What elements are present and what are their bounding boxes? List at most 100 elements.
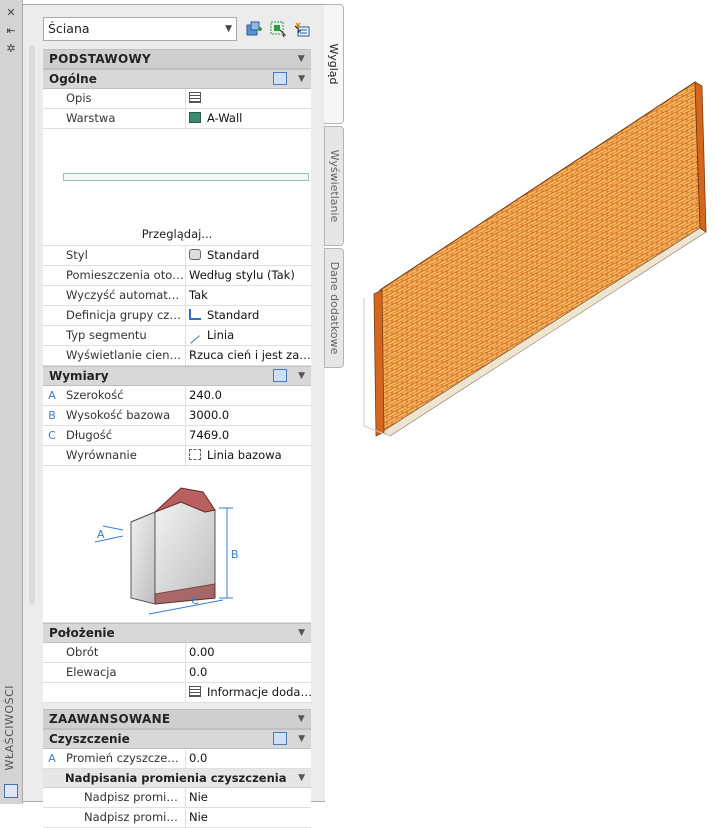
property-value[interactable]: Nie	[185, 788, 313, 807]
additional-info-icon[interactable]	[189, 686, 201, 697]
property-row[interactable]: Informacje dodatkowe	[43, 683, 313, 703]
dimension-diagram: A B C	[43, 466, 311, 623]
quick-select-icon[interactable]	[245, 20, 263, 38]
pickadd-icon[interactable]	[293, 20, 311, 38]
ogolne-rows: Styl Standard Pomieszczenia otoczenia We…	[43, 246, 313, 366]
chevron-down-icon: ▼	[225, 24, 232, 34]
property-row[interactable]: Nadpisz promień początkowy Nie	[43, 788, 311, 808]
property-label: Opis	[66, 91, 92, 105]
brick-wall-model[interactable]	[360, 60, 710, 460]
collapse-icon[interactable]: ▼	[298, 50, 305, 68]
collapse-icon[interactable]: ▼	[298, 624, 305, 642]
style-icon	[189, 249, 201, 260]
property-label: Warstwa	[66, 111, 116, 125]
property-row-opis[interactable]: Opis	[43, 89, 311, 109]
property-row[interactable]: Wyrównanie Linia bazowa	[43, 446, 311, 466]
property-value[interactable]: Standard	[185, 246, 313, 265]
dimension-letter: A	[48, 752, 56, 765]
tab-wyswietlanie[interactable]: Wyświetlanie	[324, 126, 344, 246]
quick-properties-icon[interactable]	[273, 369, 287, 382]
property-row[interactable]: Elewacja 0.0	[43, 663, 311, 683]
scrollbar[interactable]	[29, 45, 35, 605]
property-row[interactable]: Typ segmentu Linia	[43, 326, 311, 346]
property-value[interactable]: 240.0	[185, 386, 313, 405]
property-value[interactable]: 0.0	[185, 749, 313, 768]
section-zaawansowane[interactable]: ZAAWANSOWANE ▼	[43, 709, 311, 729]
property-value[interactable]: Tak	[185, 286, 313, 305]
dimension-label-b: B	[231, 548, 239, 561]
object-type-value: Ściana	[48, 21, 90, 36]
property-row[interactable]: Obrót 0.00	[43, 643, 311, 663]
collapse-icon[interactable]: ▼	[298, 730, 305, 748]
property-value[interactable]: Według stylu (Tak)	[185, 266, 313, 285]
properties-icon[interactable]	[4, 784, 18, 798]
property-value[interactable]: Linia bazowa	[185, 446, 313, 465]
dimension-letter: C	[48, 429, 56, 442]
property-value[interactable]: Rzuca cień i jest zacieniony	[185, 346, 313, 365]
collapse-icon[interactable]: ▼	[298, 769, 305, 787]
property-row[interactable]: A Szerokość 240.0	[43, 386, 311, 406]
palette-tabs: Wygląd Wyświetlanie Dane dodatkowe	[324, 4, 344, 384]
property-grid: PODSTAWOWY ▼ Ogólne ▼ Opis Warstwa A-Wal…	[43, 49, 313, 828]
wall-preview-bar	[63, 173, 309, 181]
category-polozenie[interactable]: Położenie ▼	[43, 623, 311, 643]
property-value[interactable]: 3000.0	[185, 406, 313, 425]
browse-link[interactable]: Przeglądaj...	[43, 227, 311, 241]
property-row[interactable]: Styl Standard	[43, 246, 311, 266]
property-row[interactable]: B Wysokość bazowa 3000.0	[43, 406, 311, 426]
property-row[interactable]: Pomieszczenia otoczenia Według stylu (Ta…	[43, 266, 311, 286]
category-wymiary[interactable]: Wymiary ▼	[43, 366, 311, 386]
category-ogolne[interactable]: Ogólne ▼	[43, 69, 311, 89]
dimension-letter: A	[48, 389, 56, 402]
property-value[interactable]	[185, 89, 313, 108]
line-segment-icon	[190, 335, 200, 344]
section-podstawowy[interactable]: PODSTAWOWY ▼	[43, 49, 311, 69]
property-value[interactable]: 0.00	[185, 643, 313, 662]
settings-icon[interactable]: ✲	[4, 42, 18, 56]
dimension-label-c: C	[191, 594, 199, 607]
property-row[interactable]: C Długość 7469.0	[43, 426, 311, 446]
property-value[interactable]: Informacje dodatkowe	[185, 683, 313, 702]
collapse-icon[interactable]: ▼	[298, 367, 305, 385]
wall-dimension-illustration: A B C	[94, 487, 239, 615]
property-label: Pomieszczenia otoczenia	[66, 268, 184, 282]
quick-properties-icon[interactable]	[273, 732, 287, 745]
collapse-icon[interactable]: ▼	[298, 710, 305, 728]
property-row-warstwa[interactable]: Warstwa A-Wall	[43, 109, 311, 129]
autohide-icon[interactable]: ⇤	[4, 24, 18, 38]
description-icon[interactable]	[189, 92, 201, 103]
property-label: Nadpisz promień początkowy	[84, 790, 184, 804]
property-row[interactable]: Definicja grupy czyszczenia Standard	[43, 306, 311, 326]
palette-titlebar: ✕ ⇤ ✲ WŁAŚCIWOŚCI	[0, 0, 23, 804]
property-row[interactable]: A Promień czyszczenia 0.0	[43, 749, 311, 769]
select-objects-icon[interactable]	[269, 20, 287, 38]
model-viewport[interactable]	[360, 60, 710, 460]
properties-panel: Ściana ▼ PODSTAWOWY ▼ Ogólne ▼ Opis Wars…	[22, 4, 325, 828]
property-value[interactable]: Nie	[185, 808, 313, 827]
property-value[interactable]: Standard	[185, 306, 313, 325]
property-value[interactable]: 7469.0	[185, 426, 313, 445]
palette-title: WŁAŚCIWOŚCI	[3, 684, 16, 770]
property-value[interactable]: A-Wall	[185, 109, 313, 128]
dimension-label-a: A	[97, 528, 105, 541]
category-czyszczenie[interactable]: Czyszczenie ▼	[43, 729, 311, 749]
property-row[interactable]: Wyczyść automatycznie Tak	[43, 286, 311, 306]
property-label: Typ segmentu	[66, 328, 147, 342]
property-label: Wyczyść automatycznie	[66, 288, 184, 302]
property-value[interactable]: 0.0	[185, 663, 313, 682]
property-row[interactable]: Wyświetlanie cieniowania Rzuca cień i je…	[43, 346, 313, 366]
object-type-combo[interactable]: Ściana ▼	[43, 17, 237, 41]
property-label: Promień czyszczenia	[66, 751, 184, 765]
subcategory-nadpisania[interactable]: Nadpisania promienia czyszczenia ▼	[43, 769, 311, 788]
close-icon[interactable]: ✕	[4, 6, 18, 20]
collapse-icon[interactable]: ▼	[298, 70, 305, 88]
quick-properties-icon[interactable]	[273, 72, 287, 85]
property-value[interactable]: Linia	[185, 326, 313, 345]
cleanup-group-icon	[189, 309, 201, 320]
property-row[interactable]: Nadpisz promień końcowy Nie	[43, 808, 311, 828]
property-label: Obrót	[66, 645, 99, 659]
baseline-icon	[189, 449, 201, 460]
property-label: Styl	[66, 248, 88, 262]
tab-wyglad[interactable]: Wygląd	[324, 4, 344, 124]
tab-dane-dodatkowe[interactable]: Dane dodatkowe	[324, 248, 344, 368]
